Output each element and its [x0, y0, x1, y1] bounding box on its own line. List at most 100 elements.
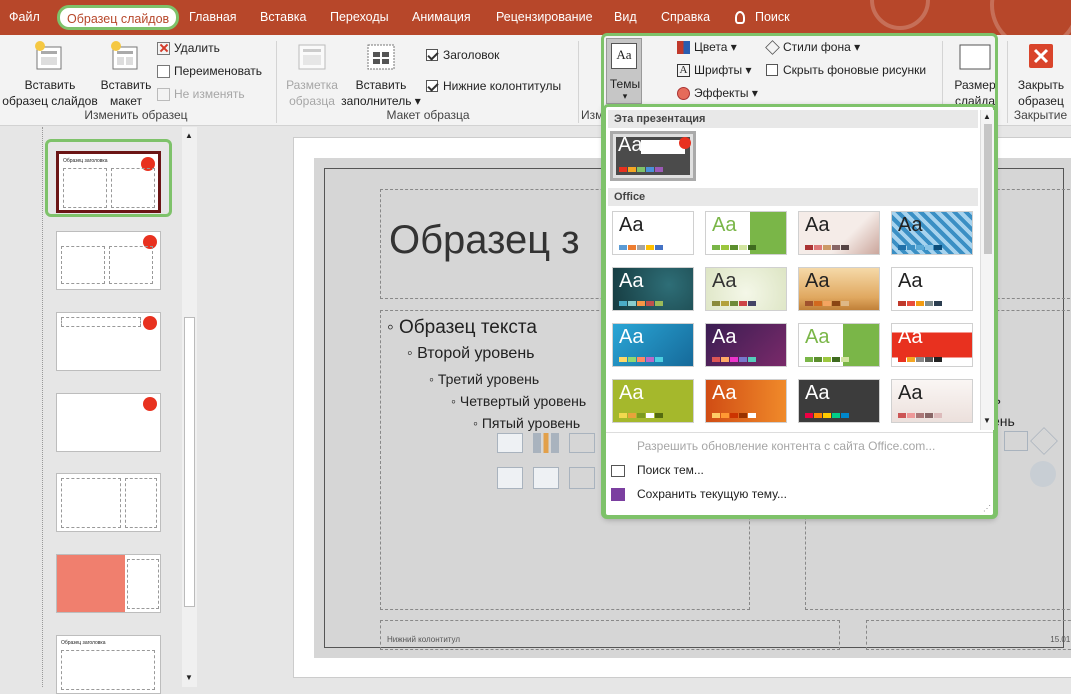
group-master-layout-label: Макет образца	[386, 108, 470, 122]
browse-themes-item[interactable]: Поиск тем...	[611, 459, 704, 481]
online-picture-icon[interactable]	[533, 467, 559, 489]
thumb-title: Образец заголовка	[61, 640, 106, 646]
insert-layout-button[interactable]: Вставить макет	[100, 39, 152, 109]
fonts-dropdown[interactable]: A Шрифты ▾	[677, 60, 751, 80]
master-layout-button[interactable]: Разметка образца	[282, 39, 342, 109]
picture-icon[interactable]	[497, 467, 523, 489]
office-theme-14[interactable]: Aa	[705, 379, 787, 423]
delete-label: Удалить	[174, 41, 220, 55]
tab-insert[interactable]: Вставка	[260, 0, 306, 35]
theme-aa: Aa	[619, 382, 644, 404]
fonts-icon: A	[677, 64, 690, 78]
checkbox-icon	[426, 79, 438, 92]
office-theme-11[interactable]: Aa	[798, 323, 880, 367]
chart-icon[interactable]	[533, 433, 559, 453]
office-theme-4[interactable]: Aa	[891, 211, 973, 255]
office-theme-1[interactable]: Aa	[612, 211, 694, 255]
layout-thumbnail[interactable]	[56, 473, 161, 532]
resize-grip-icon[interactable]: ⋰	[983, 504, 991, 513]
tab-file[interactable]: Файл	[9, 0, 40, 35]
thumb-placeholder	[127, 559, 159, 609]
folder-icon	[611, 464, 625, 477]
delete-button[interactable]: Удалить	[157, 38, 220, 58]
preserve-button[interactable]: Не изменять	[157, 84, 245, 104]
delete-icon	[157, 42, 170, 56]
tell-me-search[interactable]: Поиск	[735, 0, 790, 35]
office-theme-8[interactable]: Aa	[891, 267, 973, 311]
layout-thumbnail[interactable]: Образец заголовка	[56, 635, 161, 694]
title-checkbox[interactable]: Заголовок	[426, 45, 499, 65]
theme-swatches	[712, 301, 756, 306]
scroll-down-icon[interactable]: ▼	[983, 416, 991, 425]
layout-thumbnail[interactable]	[56, 312, 161, 371]
group-close-label: Закрытие	[1013, 108, 1068, 122]
theme-current[interactable]: Aa	[610, 131, 696, 181]
rename-button[interactable]: Переименовать	[157, 61, 262, 81]
thumb-placeholder	[61, 478, 121, 528]
background-styles-dropdown[interactable]: Стили фона ▾	[765, 37, 860, 57]
ribbon-tab-bar: Файл Образец слайдов Главная Вставка Пер…	[0, 0, 1071, 35]
office-theme-12[interactable]: Aa	[891, 323, 973, 367]
date-placeholder[interactable]: 15.01.2	[866, 620, 1071, 650]
scrollbar-thumb[interactable]	[184, 317, 195, 607]
smartart-icon[interactable]	[1004, 431, 1028, 451]
office-theme-15[interactable]: Aa	[798, 379, 880, 423]
save-current-theme-item[interactable]: Сохранить текущую тему...	[611, 483, 787, 505]
layout-thumbnail[interactable]	[56, 231, 161, 290]
office-theme-5[interactable]: Aa	[612, 267, 694, 311]
tab-help[interactable]: Справка	[661, 0, 710, 35]
tab-home[interactable]: Главная	[189, 0, 237, 35]
scroll-up-icon[interactable]: ▲	[185, 131, 193, 140]
thumbnail-scrollbar[interactable]: ▲ ▼	[182, 127, 197, 687]
scroll-down-icon[interactable]: ▼	[185, 673, 193, 682]
tab-view[interactable]: Вид	[614, 0, 637, 35]
themes-button[interactable]: Aa Темы ▾	[606, 38, 642, 104]
office-theme-13[interactable]: Aa	[612, 379, 694, 423]
slide-thumbnail-pane: Образец заголовка Образец заголовка	[0, 127, 200, 694]
effects-dropdown[interactable]: Эффекты ▾	[677, 83, 758, 103]
theme-dot	[143, 316, 157, 330]
effects-icon	[677, 87, 690, 101]
office-theme-3[interactable]: Aa	[798, 211, 880, 255]
office-theme-9[interactable]: Aa	[612, 323, 694, 367]
office-theme-10[interactable]: Aa	[705, 323, 787, 367]
theme-aa: Aa	[898, 270, 923, 292]
enable-office-updates-item[interactable]: Разрешить обновление контента с сайта Of…	[637, 435, 935, 457]
office-theme-16[interactable]: Aa	[891, 379, 973, 423]
gallery-scrollbar[interactable]: ▲ ▼	[980, 110, 994, 430]
group-edit-theme-label: Изм	[581, 108, 604, 122]
level5-text: ◦ Пятый уровень	[473, 415, 581, 431]
office-theme-6[interactable]: Aa	[705, 267, 787, 311]
footers-checkbox[interactable]: Нижние колонтитулы	[426, 76, 561, 96]
scroll-up-icon[interactable]: ▲	[983, 112, 991, 121]
close-master-view-button[interactable]: Закрыть образец	[1012, 39, 1070, 109]
level2-text: ◦ Второй уровень	[407, 345, 535, 362]
icons-icon[interactable]	[1030, 461, 1056, 487]
3d-model-icon[interactable]	[1030, 427, 1058, 455]
tab-review[interactable]: Рецензирование	[496, 0, 593, 35]
theme-aa: Aa	[712, 270, 737, 292]
master-thumbnail[interactable]: Образец заголовка	[56, 151, 161, 213]
background-styles-label: Стили фона	[783, 40, 851, 54]
footer-placeholder[interactable]: Нижний колонтитул	[380, 620, 840, 650]
theme-swatches	[898, 245, 942, 250]
office-theme-7[interactable]: Aa	[798, 267, 880, 311]
insert-slide-master-button[interactable]: Вставить образец слайдов	[2, 39, 98, 109]
smartart-icon[interactable]	[569, 433, 595, 453]
colors-dropdown[interactable]: Цвета ▾	[677, 37, 737, 57]
tab-transitions[interactable]: Переходы	[330, 0, 389, 35]
hide-background-checkbox[interactable]: Скрыть фоновые рисунки	[766, 60, 926, 80]
tab-animations[interactable]: Анимация	[412, 0, 471, 35]
layout-thumbnail[interactable]	[56, 554, 161, 613]
table-icon[interactable]	[497, 433, 523, 453]
tab-slide-master[interactable]: Образец слайдов	[57, 5, 180, 30]
office-theme-2[interactable]: Aa	[705, 211, 787, 255]
video-icon[interactable]	[569, 467, 595, 489]
menu-divider	[606, 432, 993, 433]
scrollbar-thumb[interactable]	[984, 124, 992, 254]
insert-placeholder-button[interactable]: Вставить заполнитель ▾	[340, 39, 422, 109]
layout-thumbnail[interactable]	[56, 393, 161, 452]
theme-swatches	[805, 413, 849, 418]
level2-label: Второй уровень	[417, 345, 535, 362]
slide-size-button[interactable]: Размер слайда	[948, 39, 1002, 109]
